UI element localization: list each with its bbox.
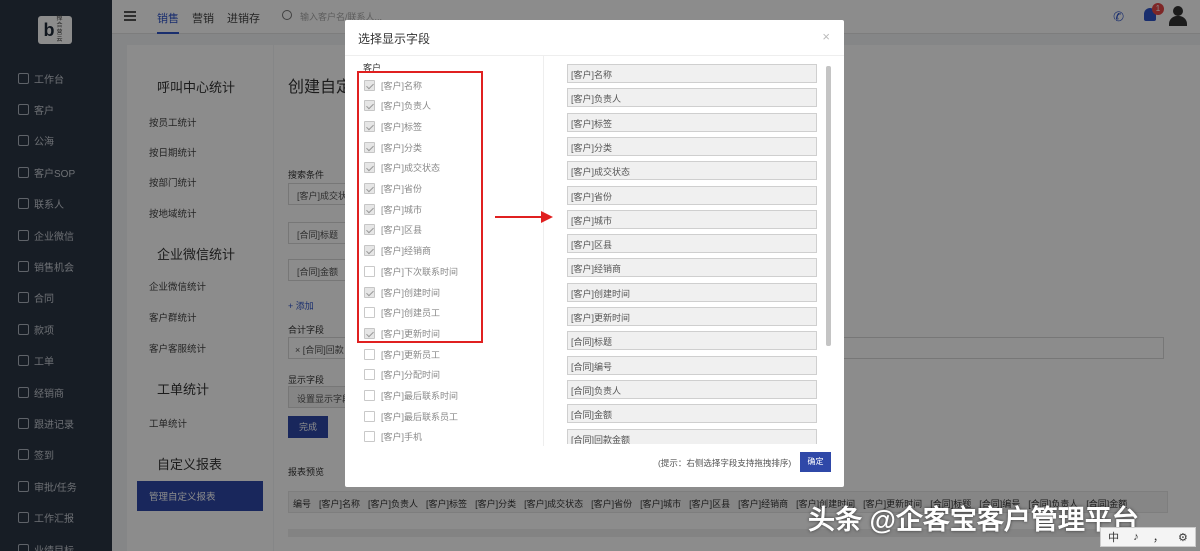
selected-field-item[interactable]: [客户]标签 <box>567 112 817 132</box>
close-icon[interactable]: × <box>822 29 830 44</box>
select-fields-dialog: 选择显示字段 × 客户 [客户]名称 [客户]负责人 [客户]标签 [客户]分类 [客户… <box>345 20 844 487</box>
field-label: [客户]最后联系员工 <box>381 411 459 422</box>
ime-punct[interactable]: ， <box>1153 529 1164 545</box>
panel-divider <box>543 56 544 446</box>
divider <box>345 55 844 56</box>
dialog-title: 选择显示字段 <box>358 32 431 46</box>
field-label: [客户]最后联系时间 <box>381 391 459 401</box>
vertical-scrollbar[interactable] <box>826 66 831 346</box>
arrow-right-icon <box>495 211 553 223</box>
selected-field-item[interactable]: [客户]更新时间 <box>567 307 817 326</box>
field-checkbox-row[interactable]: [客户]手机 <box>364 429 422 445</box>
drag-sort-tip: (提示：右侧选择字段支持拖拽排序) <box>658 458 792 468</box>
checkbox[interactable] <box>364 431 375 443</box>
selected-field-item[interactable]: [客户]区县 <box>567 234 817 254</box>
checkbox[interactable] <box>364 369 375 381</box>
selected-field-item[interactable]: [客户]创建时间 <box>567 282 817 302</box>
confirm-button[interactable]: 确定 <box>800 452 831 472</box>
ime-moon-icon[interactable]: ♪ <box>1133 531 1139 543</box>
checkbox[interactable] <box>364 390 375 401</box>
highlight-box <box>357 71 483 343</box>
field-checkbox-row[interactable]: [客户]更新员工 <box>364 346 440 362</box>
field-label: [客户]分配时间 <box>381 370 441 381</box>
selected-field-item[interactable]: [客户]经销商 <box>567 258 817 278</box>
selected-field-item[interactable]: [合同]回款金额 <box>567 428 817 444</box>
field-checkbox-row[interactable]: [客户]最后联系时间 <box>364 388 458 404</box>
ime-mode[interactable]: 中 <box>1108 529 1119 545</box>
field-checkbox-row[interactable]: [客户]分配时间 <box>364 367 440 383</box>
ime-gear-icon[interactable]: ⚙ <box>1178 531 1188 544</box>
watermark-text: 头条 @企客宝客户管理平台 <box>808 505 1139 535</box>
selected-field-item[interactable]: [客户]省份 <box>567 185 817 205</box>
selected-field-item[interactable]: [客户]负责人 <box>567 88 817 108</box>
checkbox[interactable] <box>364 348 375 360</box>
field-label: [客户]更新员工 <box>381 349 441 360</box>
field-label: [客户]手机 <box>381 432 423 443</box>
field-checkbox-row[interactable]: [客户]最后联系员工 <box>364 408 458 424</box>
selected-field-item[interactable]: [客户]城市 <box>567 209 817 229</box>
ime-toolbar[interactable]: 中 ♪ ， ⚙ <box>1100 527 1196 547</box>
checkbox[interactable] <box>364 410 375 422</box>
selected-field-item[interactable]: [合同]负责人 <box>567 379 817 399</box>
selected-field-item[interactable]: [合同]标题 <box>567 331 817 351</box>
selected-field-item[interactable]: [客户]分类 <box>567 136 817 156</box>
selected-field-item[interactable]: [合同]编号 <box>567 355 817 375</box>
selected-field-item[interactable]: [合同]金额 <box>567 404 817 424</box>
selected-fields-list: [客户]名称 [客户]负责人 [客户]标签 [客户]分类 [客户]成交状态 [客户]省份 [… <box>567 64 819 444</box>
selected-field-item[interactable]: [客户]名称 <box>567 64 817 83</box>
selected-field-item[interactable]: [客户]成交状态 <box>567 161 817 181</box>
